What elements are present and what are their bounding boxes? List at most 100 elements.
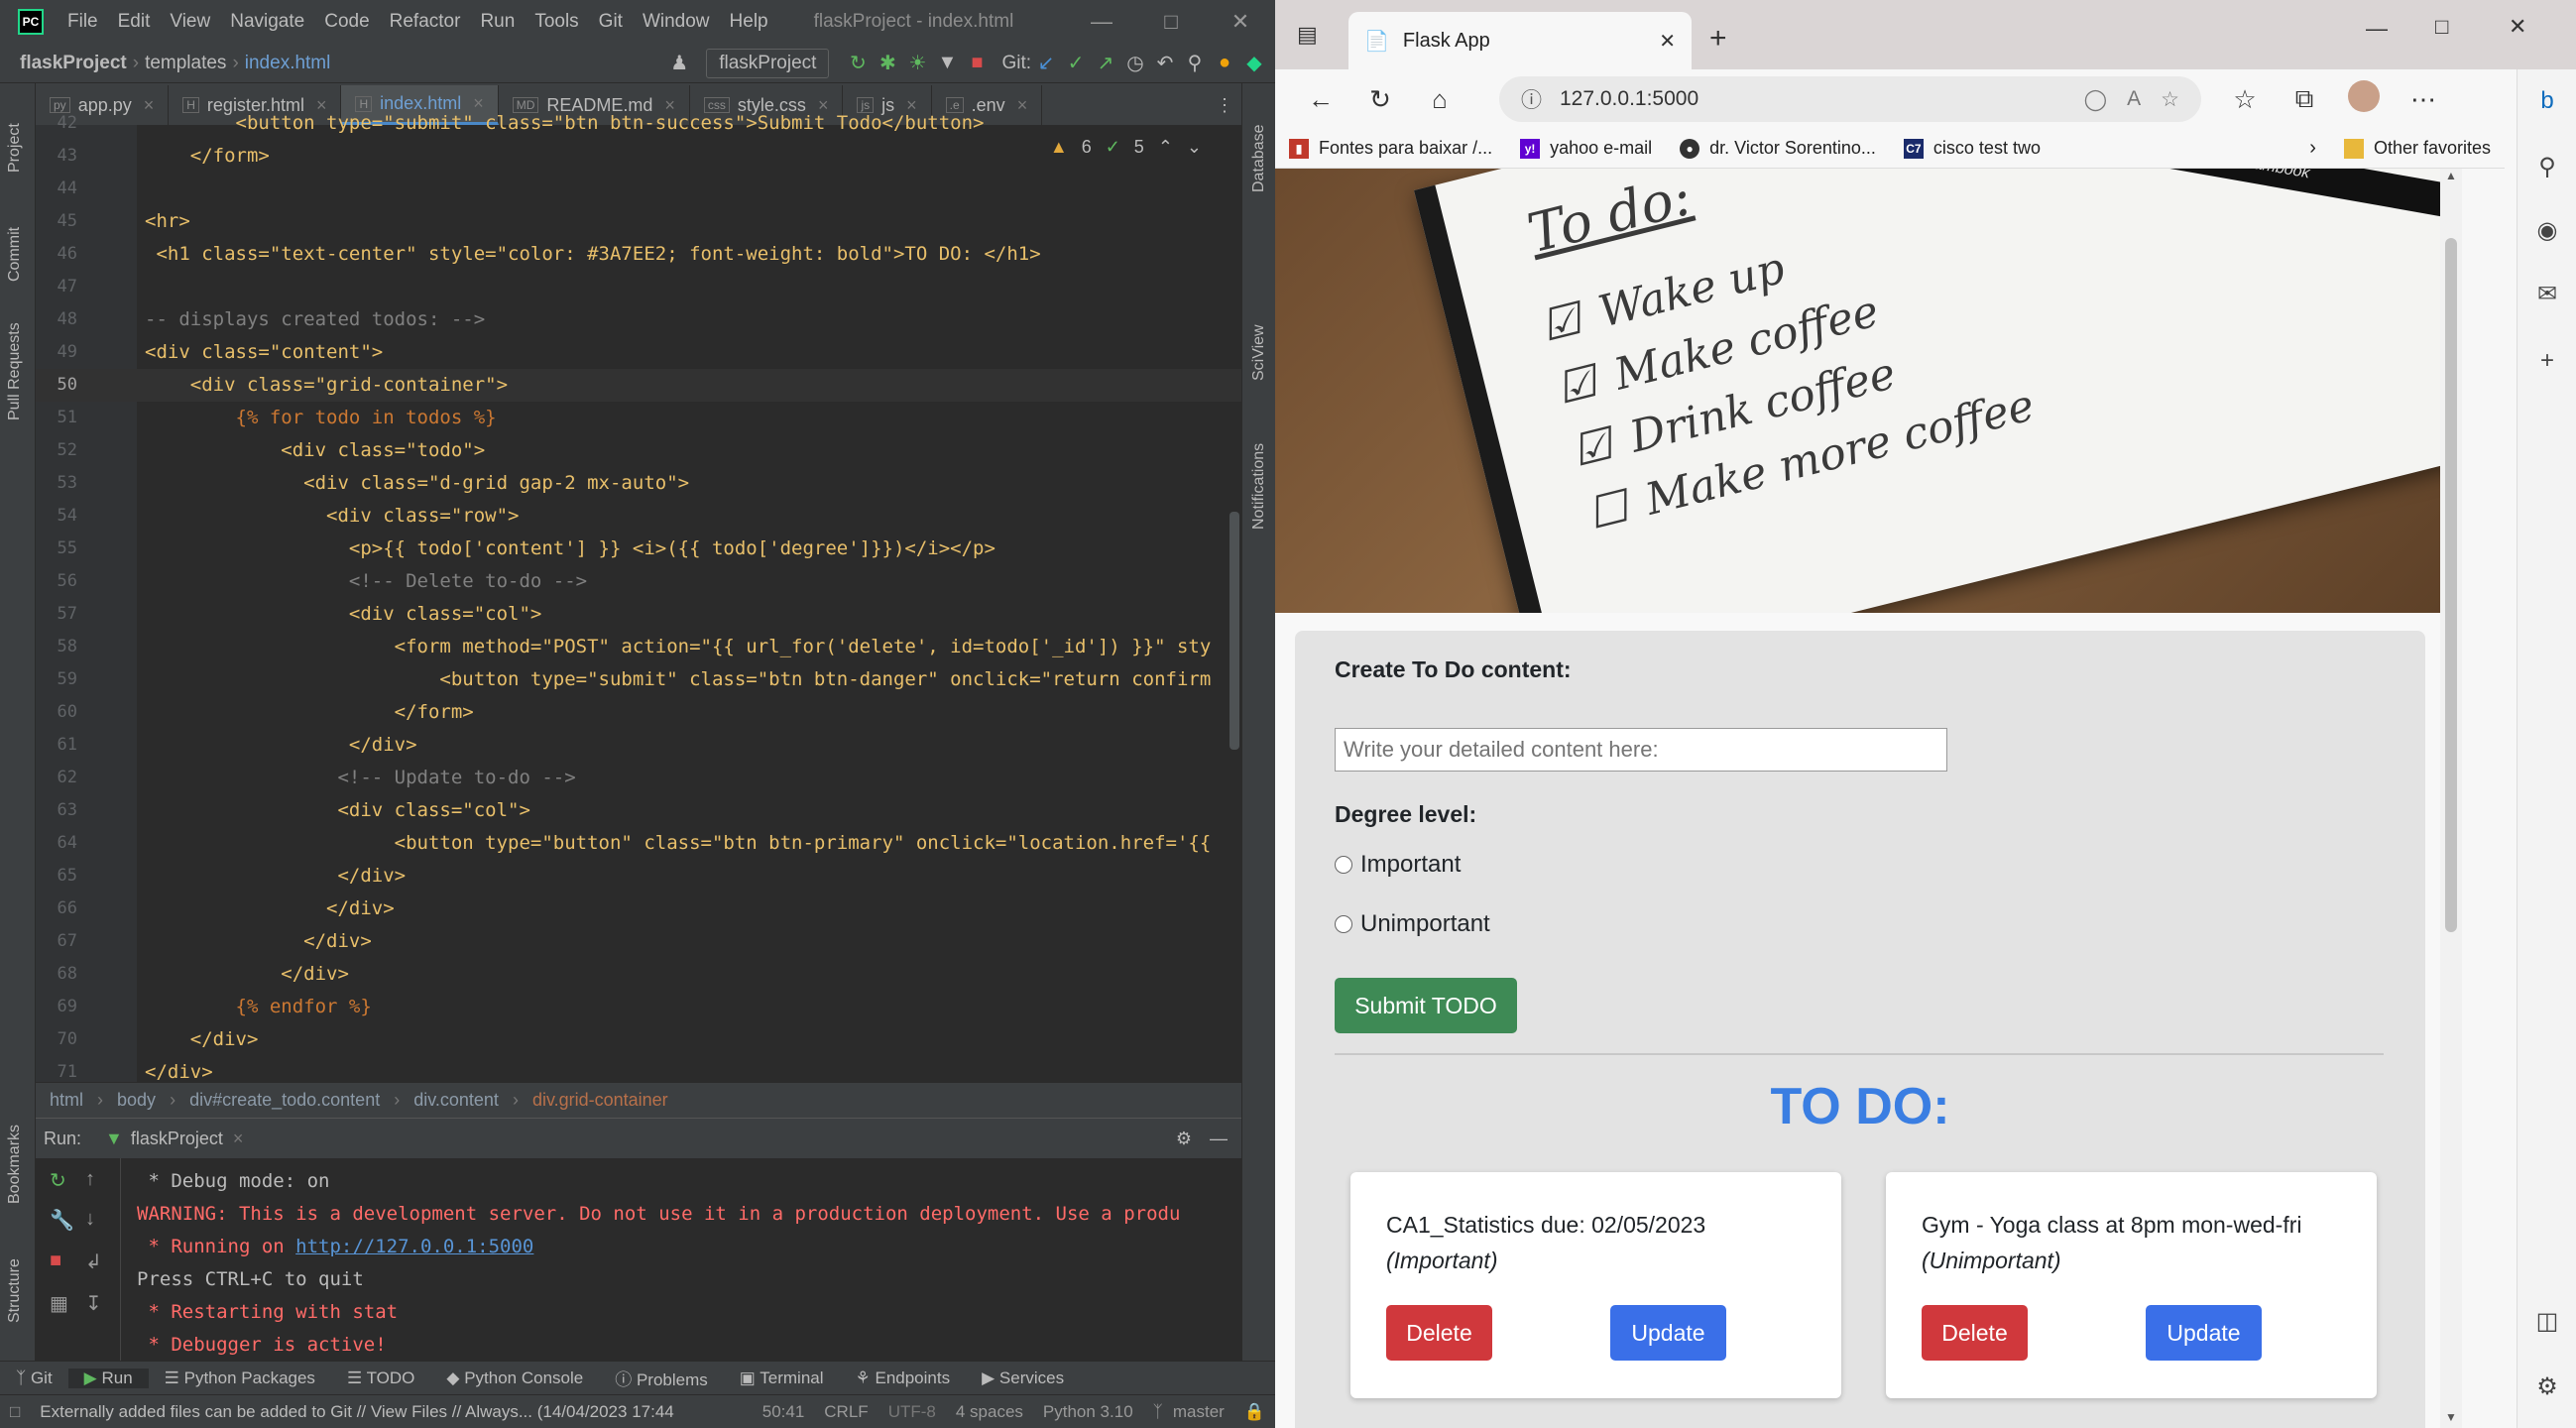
menu-git[interactable]: Git [589,11,633,33]
menu-edit[interactable]: Edit [108,11,161,33]
arrow-up-icon[interactable]: ↑ [85,1168,95,1191]
favorite-cisco[interactable]: C7 cisco test two [1890,138,2054,159]
inspection-widget[interactable]: ▲ 6 ✓ 5 ⌃ ⌄ [1050,137,1202,158]
sciview-tool-label[interactable]: SciView [1250,324,1268,381]
code-editor[interactable]: 42 <button type="submit" class="btn btn-… [36,112,1241,1083]
submit-todo-button[interactable]: Submit TODO [1335,978,1517,1033]
outlook-icon[interactable]: ✉ [2517,280,2576,308]
code-line[interactable]: 55 <p>{{ todo['content'] }} <i>({{ todo[… [36,533,1241,565]
user-icon[interactable]: ♟ [664,51,694,75]
path-crumb[interactable]: div#create_todo.content [176,1090,394,1111]
gear-icon[interactable]: ⚙ [1176,1129,1192,1149]
stop-icon[interactable]: ■ [962,52,992,74]
problems-tool-button[interactable]: ⓘ Problems [599,1366,724,1390]
code-line[interactable]: 65 </div> [36,860,1241,892]
new-tab-icon[interactable]: + [1709,22,1727,56]
git-update-icon[interactable]: ↙ [1031,51,1061,75]
code-line[interactable]: 51 {% for todo in todos %} [36,402,1241,434]
code-line[interactable]: 49 <div class="content"> [36,336,1241,369]
menu-window[interactable]: Window [633,11,720,33]
favorites-icon[interactable]: ☆ [2215,84,2275,115]
settings-icon[interactable]: ⚙ [2517,1372,2576,1401]
refresh-icon[interactable]: ↻ [1350,84,1410,115]
pull-requests-tool-label[interactable]: Pull Requests [6,322,24,420]
path-crumb[interactable]: html [36,1090,97,1111]
chevron-right-icon[interactable]: › [2309,137,2316,160]
close-tab-icon[interactable]: ✕ [1659,29,1676,54]
menu-refactor[interactable]: Refactor [380,11,471,33]
code-line[interactable]: 50 <div class="grid-container"> [36,369,1241,402]
python-console-button[interactable]: ◆ Python Console [430,1368,599,1388]
collections-icon[interactable]: ⧉ [2275,83,2334,115]
project-tool-label[interactable]: Project [6,123,24,173]
code-line[interactable]: 56 <!-- Delete to-do --> [36,565,1241,598]
python-packages-button[interactable]: ☰ Python Packages [149,1368,331,1388]
server-link[interactable]: http://127.0.0.1:5000 [295,1236,533,1257]
favorite-yahoo[interactable]: y! yahoo e-mail [1506,138,1666,159]
soft-wrap-icon[interactable]: ↲ [85,1250,102,1274]
hide-icon[interactable]: — [1210,1129,1228,1149]
bookmarks-tool-label[interactable]: Bookmarks [6,1125,24,1204]
layout-icon[interactable]: □ [0,1402,30,1422]
menu-help[interactable]: Help [720,11,778,33]
favorite-fontes[interactable]: ▮ Fontes para baixar /... [1275,138,1506,159]
wrench-icon[interactable]: 🔧 [50,1208,74,1233]
info-icon[interactable]: ⓘ [1521,84,1542,114]
code-line[interactable]: 66 </div> [36,892,1241,925]
code-line[interactable]: 42 <button type="submit" class="btn btn-… [36,107,1241,140]
update-button[interactable]: Update [1610,1305,1726,1361]
git-tool-button[interactable]: ᛉ Git [0,1368,68,1388]
sidebar-toggle-icon[interactable]: ◫ [2517,1307,2576,1336]
other-favorites[interactable]: Other favorites [2330,138,2505,159]
jetbrains-icon[interactable]: ◆ [1239,51,1269,75]
path-crumb[interactable]: div.content [400,1090,513,1111]
terminal-tool-button[interactable]: ▣ Terminal [724,1368,840,1388]
run-tab[interactable]: flaskProject [131,1129,223,1149]
git-branch[interactable]: master [1173,1402,1234,1422]
code-line[interactable]: 54 <div class="row"> [36,500,1241,533]
search-icon[interactable]: ⚲ [2517,153,2576,181]
scroll-up-icon[interactable]: ▲ [2445,169,2457,182]
add-favorite-icon[interactable]: ☆ [2161,87,2179,112]
menu-file[interactable]: File [58,11,108,33]
avatar[interactable] [2334,79,2394,119]
code-line[interactable]: 57 <div class="col"> [36,598,1241,631]
path-crumb-current[interactable]: div.grid-container [519,1090,682,1111]
tab-actions-icon[interactable]: ▤ [1297,22,1318,48]
update-button[interactable]: Update [2146,1305,2262,1361]
python-interpreter[interactable]: Python 3.10 [1033,1402,1143,1422]
nav-project[interactable]: flaskProject [14,53,133,74]
code-line[interactable]: 59 <button type="submit" class="btn btn-… [36,663,1241,696]
close-icon[interactable]: × [233,1129,244,1149]
lock-icon[interactable]: 🔒 [1234,1402,1275,1422]
maximize-icon[interactable]: □ [1136,0,1206,44]
code-line[interactable]: 67 </div> [36,925,1241,958]
coverage-icon[interactable]: ☀ [902,51,932,75]
favorite-sorentino[interactable]: ● dr. Victor Sorentino... [1666,138,1890,159]
file-encoding[interactable]: UTF-8 [878,1402,946,1422]
code-line[interactable]: 52 <div class="todo"> [36,434,1241,467]
caret-position[interactable]: 50:41 [753,1402,815,1422]
git-commit-icon[interactable]: ✓ [1061,51,1091,75]
menu-run[interactable]: Run [470,11,525,33]
radio-button[interactable] [1335,856,1352,874]
rollback-icon[interactable]: ↶ [1150,51,1180,75]
rerun-icon[interactable]: ↻ [50,1168,66,1193]
delete-button[interactable]: Delete [1922,1305,2028,1361]
radio-important[interactable]: Important [1335,851,1461,879]
search-icon[interactable]: ⚲ [1180,51,1210,75]
code-line[interactable]: 62 <!-- Update to-do --> [36,762,1241,794]
indent-setting[interactable]: 4 spaces [946,1402,1033,1422]
close-window-icon[interactable]: ✕ [2509,14,2526,40]
chevron-down-icon[interactable]: ⌄ [1187,137,1202,158]
menu-code[interactable]: Code [314,11,379,33]
code-line[interactable]: 68 </div> [36,958,1241,991]
radio-button[interactable] [1335,915,1352,933]
arrow-down-icon[interactable]: ↓ [85,1208,95,1231]
more-run-icon[interactable]: ▼ [932,52,962,74]
path-crumb[interactable]: body [103,1090,170,1111]
scroll-thumb[interactable] [2445,238,2457,932]
code-line[interactable]: 48 -- displays created todos: --> [36,303,1241,336]
status-message[interactable]: Externally added files can be added to G… [30,1402,683,1422]
close-icon[interactable]: ✕ [1206,0,1275,44]
